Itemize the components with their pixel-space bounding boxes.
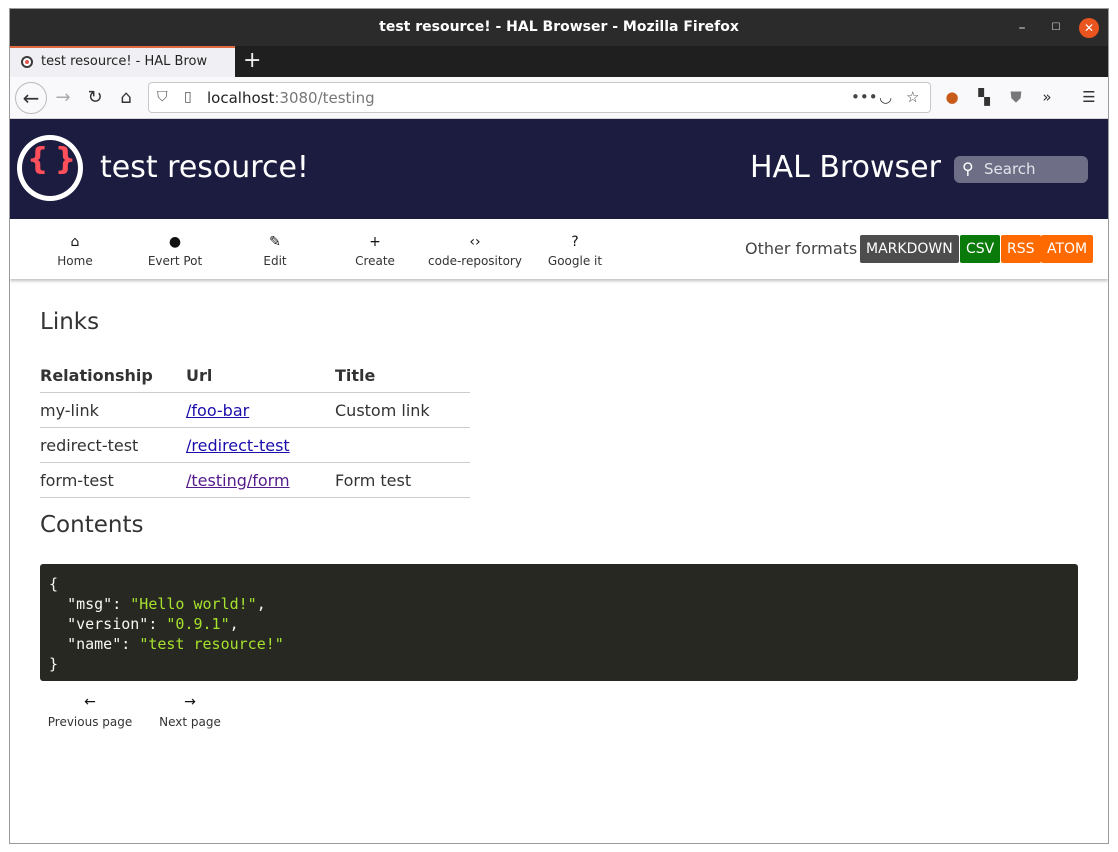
more-icon[interactable]: ••• [851,88,878,106]
search-input[interactable]: ⚲ Search [954,156,1088,183]
search-icon: ⚲ [962,159,974,178]
new-tab-button[interactable]: + [243,48,261,74]
json-contents: { "msg": "Hello world!", "version": "0.9… [40,564,1078,681]
overflow-chevron-icon[interactable]: » [1036,86,1058,108]
links-heading: Links [40,309,100,335]
nav-item-label: Edit [263,254,287,268]
link-url-cell: /foo-bar [186,392,335,428]
page-icon[interactable]: ▯ [184,89,192,105]
maximize-icon[interactable]: ☐ [1046,18,1066,38]
link-url[interactable]: /testing/form [186,471,290,490]
app-header: { } test resource! HAL Browser ⚲ Search [10,119,1108,219]
nav-item-label: Create [355,254,395,268]
window-title: test resource! - HAL Browser - Mozilla F… [379,19,739,35]
search-placeholder: Search [984,160,1036,178]
pocket-icon[interactable]: ◡ [879,88,892,106]
nav-item-home[interactable]: ⌂ Home [25,233,125,268]
reload-icon[interactable]: ↻ [83,86,107,110]
table-header-row: Relationship Url Title [40,359,470,393]
extension-icon[interactable]: ● [941,86,963,108]
arrow-right-icon: → [184,694,196,710]
forward-icon[interactable]: → [51,86,75,110]
back-icon[interactable]: ← [15,82,47,114]
format-atom-button[interactable]: ATOM [1041,235,1094,263]
link-url-cell: /redirect-test [186,427,335,463]
nav-item-label: Evert Pot [147,254,203,268]
links-table: Relationship Url Title my-link /foo-bar … [40,359,470,498]
previous-page-button[interactable]: ← Previous page [40,694,140,729]
bookmark-star-icon[interactable]: ☆ [906,88,919,106]
action-nav: ⌂ Home ● Evert Pot ✎ Edit + Create ‹› co… [10,219,1108,279]
link-title: Custom link [335,392,470,428]
brand-name[interactable]: HAL Browser [750,150,941,185]
url-bar[interactable]: ⛉ ▯ localhost:3080/testing ••• ◡ ☆ [148,82,931,113]
contents-heading: Contents [40,512,144,538]
page-title: test resource! [100,150,309,185]
format-csv-button[interactable]: CSV [960,235,1001,263]
tab-active[interactable]: test resource! - HAL Brow [10,46,235,77]
url-text[interactable]: localhost:3080/testing [207,89,375,107]
home-icon[interactable]: ⌂ [114,86,138,110]
link-url-cell: /testing/form [186,462,335,498]
nav-item-label: Google it [547,254,603,268]
format-rss-button[interactable]: RSS [1001,235,1041,263]
arrow-left-icon: ← [84,694,96,710]
link-title: Form test [335,462,470,498]
favicon-icon [21,56,33,68]
nav-item-code-repository[interactable]: ‹› code-repository [425,233,525,268]
link-rel: form-test [40,462,186,498]
link-rel: redirect-test [40,427,186,463]
menu-icon[interactable]: ☰ [1078,86,1100,108]
person-icon: ● [168,234,182,250]
format-markdown-button[interactable]: MARKDOWN [860,235,959,263]
next-page-button[interactable]: → Next page [140,694,240,729]
table-row: my-link /foo-bar Custom link [40,392,470,428]
logo[interactable]: { } [17,135,83,201]
tab-title: test resource! - HAL Brow [41,54,208,69]
column-header-url: Url [186,359,335,393]
nav-item-author[interactable]: ● Evert Pot [125,233,225,268]
link-rel: my-link [40,392,186,428]
nav-item-edit[interactable]: ✎ Edit [225,233,325,268]
minimize-icon[interactable]: – [1012,18,1032,38]
next-page-label: Next page [159,715,221,729]
nav-item-label: code-repository [428,254,522,268]
home-icon: ⌂ [70,234,80,250]
shield-icon[interactable]: ⛉ [157,89,168,105]
nav-item-create[interactable]: + Create [325,233,425,268]
previous-page-label: Previous page [47,715,133,729]
nav-item-label: Home [57,254,93,268]
pencil-icon: ✎ [269,234,281,250]
other-formats-label: Other formats [745,239,858,258]
nav-item-google-it[interactable]: ? Google it [525,233,625,268]
browser-window: test resource! - HAL Browser - Mozilla F… [9,8,1109,844]
title-bar: test resource! - HAL Browser - Mozilla F… [10,9,1108,46]
table-row: form-test /testing/form Form test [40,462,470,498]
link-title [335,427,470,463]
logo-mark: { } [27,142,76,177]
help-icon: ? [571,234,579,250]
column-header-relationship: Relationship [40,359,186,393]
tab-bar: test resource! - HAL Brow + [10,46,1108,77]
code-icon: ‹› [469,234,481,250]
table-row: redirect-test /redirect-test [40,427,470,463]
nav-toolbar: ← → ↻ ⌂ ⛉ ▯ localhost:3080/testing ••• ◡… [10,77,1108,119]
link-url[interactable]: /redirect-test [186,436,290,455]
plus-icon: + [369,234,381,250]
close-icon[interactable]: ✕ [1079,18,1099,38]
extension-grid-icon[interactable]: ▚ [973,86,995,108]
extension-shield-icon[interactable]: ⛊ [1005,86,1027,108]
link-url[interactable]: /foo-bar [186,401,249,420]
column-header-title: Title [335,359,470,393]
